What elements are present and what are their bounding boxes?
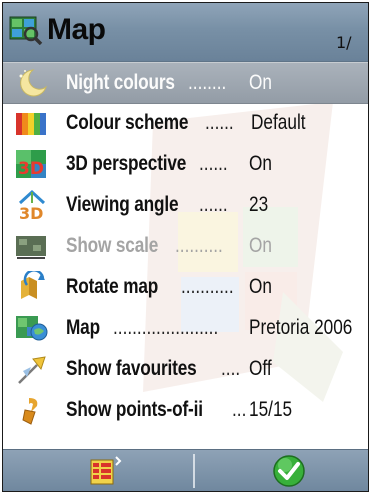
softkey-divider bbox=[193, 454, 195, 488]
colour-bars-icon bbox=[16, 113, 46, 135]
setting-row-map[interactable]: Map ...................... Pretoria 2006 bbox=[3, 308, 368, 348]
setting-value: On bbox=[249, 275, 272, 298]
setting-row-show-scale[interactable]: Show scale .......... On bbox=[3, 226, 368, 266]
setting-label: Viewing angle bbox=[66, 193, 179, 216]
setting-value: On bbox=[249, 71, 272, 94]
setting-dots: ... bbox=[232, 398, 247, 421]
setting-value: On bbox=[249, 234, 272, 257]
setting-label: 3D perspective bbox=[66, 152, 187, 175]
setting-value: Pretoria 2006 bbox=[249, 316, 353, 339]
setting-label: Show favourites bbox=[66, 357, 197, 380]
setting-dots: .......... bbox=[175, 234, 223, 257]
settings-screen: Map 1/ Night colours ........ On Colour … bbox=[2, 2, 369, 492]
setting-dots: ........... bbox=[181, 275, 234, 298]
setting-row-viewing-angle[interactable]: 3D Viewing angle ...... 23 bbox=[3, 185, 368, 225]
page-indicator: 1/ bbox=[336, 33, 352, 52]
svg-text:3D: 3D bbox=[18, 159, 44, 179]
svg-text:3D: 3D bbox=[19, 204, 43, 221]
setting-dots: ........ bbox=[188, 71, 227, 94]
setting-value: Off bbox=[249, 357, 272, 380]
setting-value: On bbox=[249, 152, 272, 175]
page-title: Map bbox=[47, 13, 106, 46]
3d-icon: 3D bbox=[16, 150, 46, 179]
setting-value: Default bbox=[251, 111, 306, 134]
setting-dots: .... bbox=[221, 357, 241, 380]
setting-label: Night colours bbox=[66, 71, 175, 94]
favourites-pin-icon bbox=[18, 356, 46, 384]
confirm-check-icon bbox=[273, 455, 305, 487]
setting-dots: ...................... bbox=[113, 316, 219, 339]
setting-row-rotate-map[interactable]: Rotate map ........... On bbox=[3, 267, 368, 307]
confirm-softkey[interactable] bbox=[267, 453, 311, 489]
setting-label: Show points-of-ii bbox=[66, 398, 203, 421]
setting-row-colour-scheme[interactable]: Colour scheme ...... Default bbox=[3, 103, 368, 143]
scale-icon bbox=[16, 236, 46, 259]
softkey-bar bbox=[3, 449, 368, 491]
setting-value: 23 bbox=[249, 193, 269, 216]
settings-list: Night colours ........ On Colour scheme … bbox=[3, 62, 368, 448]
angle-3d-icon: 3D bbox=[18, 189, 46, 221]
setting-row-night-colours[interactable]: Night colours ........ On bbox=[3, 62, 368, 104]
options-softkey[interactable] bbox=[83, 453, 127, 489]
setting-dots: ...... bbox=[205, 111, 234, 134]
setting-dots: ...... bbox=[199, 193, 228, 216]
setting-row-show-favourites[interactable]: Show favourites .... Off bbox=[3, 349, 368, 389]
setting-dots: ...... bbox=[199, 152, 228, 175]
moon-icon bbox=[19, 69, 47, 97]
options-menu-icon bbox=[90, 456, 122, 485]
setting-label: Colour scheme bbox=[66, 111, 189, 134]
poi-icon bbox=[22, 398, 38, 425]
map-settings-icon bbox=[9, 16, 43, 45]
map-globe-icon bbox=[16, 316, 48, 341]
setting-label: Rotate map bbox=[66, 275, 159, 298]
setting-row-3d-perspective[interactable]: 3D 3D perspective ...... On bbox=[3, 144, 368, 184]
title-bar: Map 1/ bbox=[3, 3, 368, 62]
setting-label: Map bbox=[66, 316, 100, 339]
setting-row-show-points-of-interest[interactable]: Show points-of-ii ... 15/15 bbox=[3, 390, 368, 430]
setting-value: 15/15 bbox=[249, 398, 293, 421]
setting-label: Show scale bbox=[66, 234, 159, 257]
rotate-map-icon bbox=[21, 271, 45, 299]
